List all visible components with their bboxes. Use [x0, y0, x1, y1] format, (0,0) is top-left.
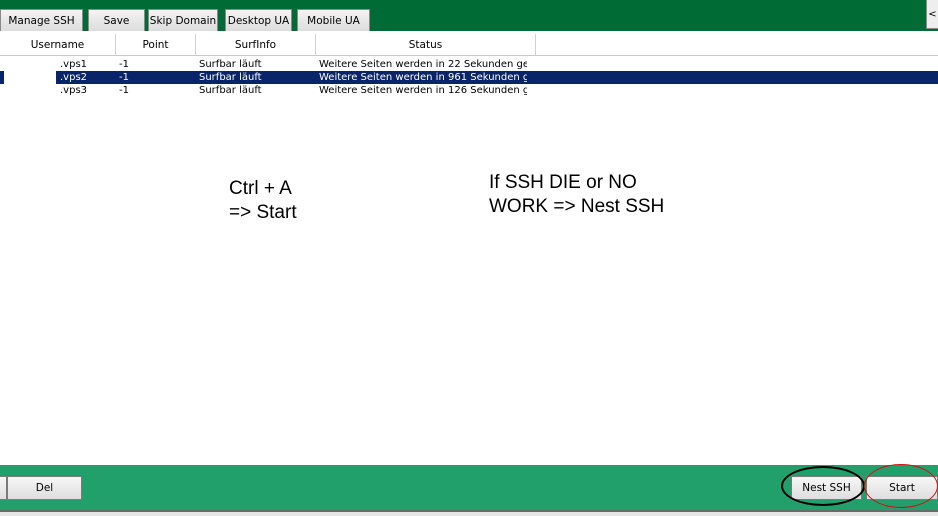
scroll-left-button[interactable]: <: [926, 0, 938, 29]
column-header-username[interactable]: Username: [0, 34, 116, 56]
cell-surfinfo: Surfbar läuft: [199, 72, 262, 83]
top-toolbar: Manage SSH Save Skip Domain Desktop UA M…: [0, 0, 938, 31]
manage-ssh-button[interactable]: Manage SSH: [0, 9, 83, 31]
cell-username: .vps1: [60, 59, 88, 70]
mobile-ua-button[interactable]: Mobile UA: [297, 9, 370, 31]
annotation-nest-ssh: If SSH DIE or NO WORK => Nest SSH: [489, 172, 665, 217]
list-header: Username Point SurfInfo Status: [0, 34, 938, 56]
left-edge-button[interactable]: [0, 476, 7, 500]
cell-status: Weitere Seiten werden in 961 Sekunden ge: [319, 72, 527, 83]
column-header-status[interactable]: Status: [316, 34, 536, 56]
nest-ssh-button[interactable]: Nest SSH: [791, 476, 862, 500]
redacted-username-mask: [4, 71, 56, 84]
cell-status: Weitere Seiten werden in 22 Sekunden gel: [319, 59, 527, 70]
cell-surfinfo: Surfbar läuft: [199, 59, 262, 70]
cell-status: Weitere Seiten werden in 126 Sekunden ge: [319, 85, 527, 96]
desktop-ua-button[interactable]: Desktop UA: [225, 9, 292, 31]
skip-domain-button[interactable]: Skip Domain: [148, 9, 218, 31]
del-button[interactable]: Del: [7, 476, 82, 500]
cell-surfinfo: Surfbar läuft: [199, 85, 262, 96]
table-row[interactable]: .vps3 -1 Surfbar läuft Weitere Seiten we…: [0, 84, 938, 97]
cell-point: -1: [119, 85, 129, 96]
cell-username: .vps2: [60, 72, 88, 83]
column-header-point[interactable]: Point: [116, 34, 196, 56]
start-button[interactable]: Start: [866, 476, 938, 500]
bottom-toolbar: Del Nest SSH Start: [0, 464, 938, 510]
window-bottom-edge: [0, 510, 938, 516]
column-header-surfinfo[interactable]: SurfInfo: [196, 34, 316, 56]
cell-username: .vps3: [60, 85, 88, 96]
table-row-selected[interactable]: .vps2 -1 Surfbar läuft Weitere Seiten we…: [0, 71, 938, 84]
annotation-ctrl-a: Ctrl + A => Start: [229, 178, 297, 223]
table-row[interactable]: .vps1 -1 Surfbar läuft Weitere Seiten we…: [0, 58, 938, 71]
cell-point: -1: [119, 72, 129, 83]
cell-point: -1: [119, 59, 129, 70]
save-button[interactable]: Save: [88, 9, 145, 31]
